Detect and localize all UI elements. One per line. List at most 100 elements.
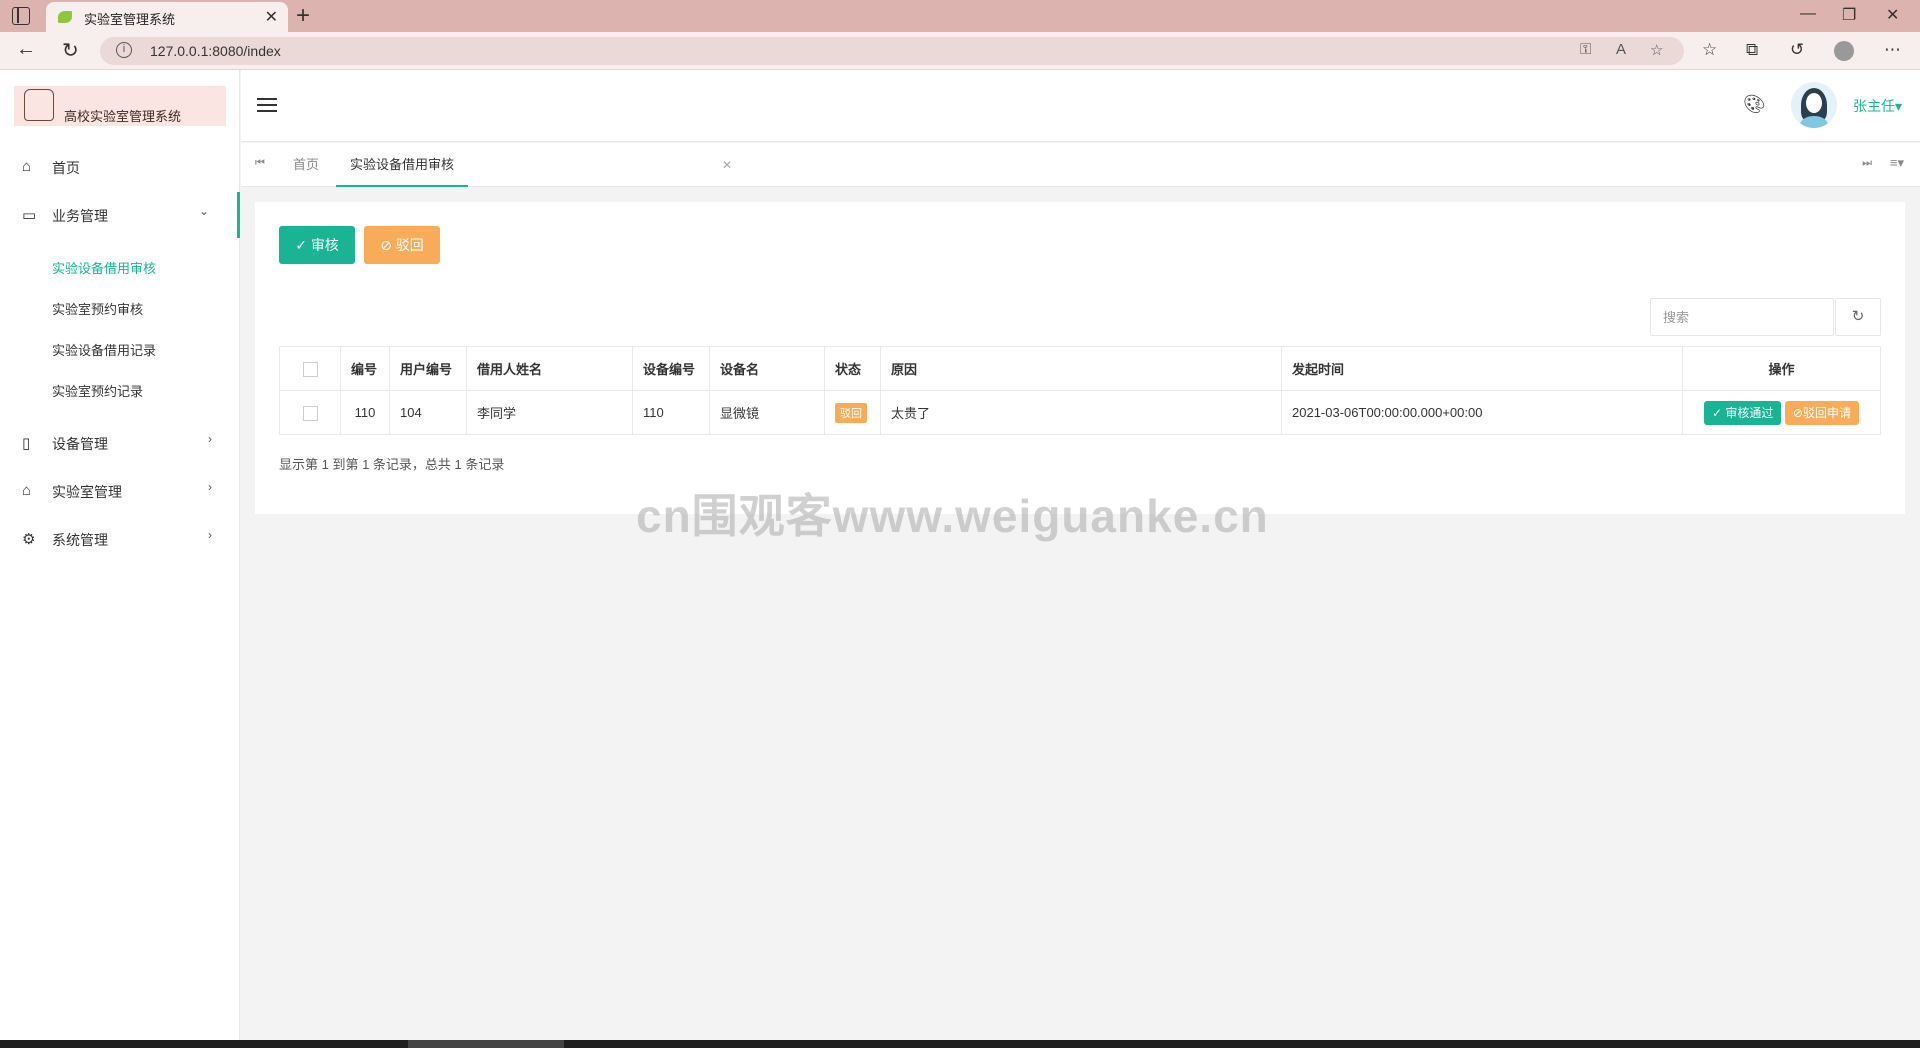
tabs-scroll-right-icon[interactable]: ⏭ bbox=[1862, 157, 1872, 170]
tab-equipment-borrow-review[interactable]: 实验设备借用审核 bbox=[336, 143, 469, 187]
reject-button[interactable]: ⊘ 驳回 bbox=[364, 226, 440, 264]
sidebar: 高校实验室管理系统 ⌂ 首页 ▭ 业务管理 ⌄ 实验设备借用审核 实验室预约审核… bbox=[0, 70, 240, 1040]
reject-label: 驳回 bbox=[395, 237, 424, 253]
add-favorite-icon[interactable]: ☆ bbox=[1650, 41, 1663, 59]
profile-icon[interactable] bbox=[1834, 41, 1854, 61]
minimize-icon[interactable]: — bbox=[1800, 5, 1816, 23]
laptop-icon: ▭ bbox=[22, 207, 37, 224]
tab-home[interactable]: 首页 bbox=[293, 143, 319, 187]
chevron-down-icon: ⌄ bbox=[198, 204, 209, 218]
sidebar-item-home[interactable]: ⌂ 首页 bbox=[0, 144, 240, 190]
sidebar-item-label: 系统管理 bbox=[52, 532, 108, 548]
collections-icon[interactable]: ⧉ bbox=[1746, 40, 1758, 60]
col-borrower[interactable]: 借用人姓名 bbox=[466, 346, 633, 391]
cell-reason: 太贵了 bbox=[880, 390, 1282, 435]
url-input[interactable]: i 127.0.0.1:8080/index ⚿ A ☆ bbox=[100, 37, 1684, 65]
read-aloud-icon[interactable]: A bbox=[1616, 41, 1626, 58]
search-input[interactable] bbox=[1650, 298, 1834, 336]
check-icon: ✓ bbox=[295, 237, 307, 253]
sidebar-subitem-lab-booking-review[interactable]: 实验室预约审核 bbox=[52, 299, 143, 318]
sidebar-item-label: 业务管理 bbox=[52, 208, 108, 224]
cell-device-name: 显微镜 bbox=[709, 390, 825, 435]
col-user-id[interactable]: 用户编号 bbox=[389, 346, 467, 391]
user-menu-dropdown[interactable]: 张主任▾ bbox=[1853, 96, 1902, 116]
address-bar: ← ↻ i 127.0.0.1:8080/index ⚿ A ☆ ☆ ⧉ ↺ ⋯ bbox=[0, 32, 1920, 70]
equipment-icon: ▯ bbox=[22, 435, 31, 452]
col-device-id[interactable]: 设备编号 bbox=[632, 346, 710, 391]
taskbar bbox=[0, 1040, 1920, 1048]
col-time[interactable]: 发起时间 bbox=[1281, 346, 1683, 391]
approve-label: 审核 bbox=[310, 237, 339, 253]
history-icon[interactable]: ↺ bbox=[1790, 40, 1804, 60]
reject-request-label: 驳回申请 bbox=[1803, 405, 1852, 420]
sidebar-item-label: 首页 bbox=[52, 160, 80, 176]
user-name: 张主任 bbox=[1853, 98, 1895, 114]
sidebar-item-business[interactable]: ▭ 业务管理 ⌄ bbox=[0, 192, 240, 238]
row-checkbox[interactable] bbox=[302, 405, 318, 421]
select-all-cell bbox=[279, 346, 341, 391]
favorites-icon[interactable]: ☆ bbox=[1702, 40, 1717, 60]
tabs-menu-icon[interactable]: ≡▾ bbox=[1890, 155, 1904, 171]
cell-user-id: 104 bbox=[389, 390, 467, 435]
app-logo[interactable]: 高校实验室管理系统 bbox=[14, 86, 226, 126]
col-id[interactable]: 编号 bbox=[340, 346, 390, 391]
table-header-row: 编号 用户编号 借用人姓名 设备编号 设备名 状态 原因 发起时间 操作 bbox=[279, 346, 1881, 391]
leaf-favicon-icon bbox=[58, 11, 72, 23]
main-panel: ✓ 审核 ⊘ 驳回 ↻ 编号 用户编号 借用人姓名 设备编号 设备名 状态 原因… bbox=[255, 202, 1905, 514]
home-icon: ⌂ bbox=[22, 158, 32, 175]
content-tabs-bar: ⏮ 首页 实验设备借用审核 ✕ ⏭ ≡▾ bbox=[241, 143, 1920, 187]
close-tab-icon[interactable]: ✕ bbox=[265, 7, 278, 27]
browser-tab[interactable]: 实验室管理系统 ✕ bbox=[46, 2, 288, 32]
approve-button[interactable]: ✓ 审核 bbox=[279, 226, 355, 264]
chevron-right-icon: › bbox=[208, 480, 212, 494]
sidebar-item-label: 设备管理 bbox=[52, 436, 108, 452]
close-window-icon[interactable]: ✕ bbox=[1886, 5, 1899, 25]
back-icon[interactable]: ← bbox=[16, 38, 36, 61]
chevron-right-icon: › bbox=[208, 528, 212, 542]
more-icon[interactable]: ⋯ bbox=[1884, 40, 1901, 60]
table-row[interactable]: 110 104 李同学 110 显微镜 驳回 太贵了 2021-03-06T00… bbox=[279, 390, 1881, 435]
avatar[interactable] bbox=[1791, 82, 1837, 128]
tab-label: 实验设备借用审核 bbox=[350, 157, 455, 172]
approve-request-button[interactable]: ✓ 审核通过 bbox=[1703, 400, 1782, 425]
reject-request-button[interactable]: ⊘驳回申请 bbox=[1784, 400, 1860, 425]
col-reason[interactable]: 原因 bbox=[880, 346, 1282, 391]
hamburger-menu-icon[interactable] bbox=[257, 98, 277, 112]
col-status[interactable]: 状态 bbox=[824, 346, 881, 391]
sidebar-item-lab[interactable]: ⌂ 实验室管理 › bbox=[0, 468, 240, 514]
palette-icon[interactable]: 🎨︎ bbox=[1743, 94, 1766, 115]
restore-icon[interactable]: ❐ bbox=[1842, 5, 1856, 25]
status-badge: 驳回 bbox=[835, 402, 867, 423]
tabs-scroll-left-icon[interactable]: ⏮ bbox=[255, 157, 265, 170]
key-icon[interactable]: ⚿ bbox=[1580, 41, 1591, 58]
borrow-review-table: 编号 用户编号 借用人姓名 设备编号 设备名 状态 原因 发起时间 操作 110… bbox=[279, 346, 1881, 435]
cell-time: 2021-03-06T00:00:00.000+00:00 bbox=[1281, 390, 1683, 435]
info-icon[interactable]: i bbox=[116, 42, 132, 58]
sidebar-toggle-icon[interactable] bbox=[12, 7, 30, 25]
approve-request-label: 审核通过 bbox=[1725, 405, 1774, 420]
sidebar-item-equipment[interactable]: ▯ 设备管理 › bbox=[0, 420, 240, 466]
browser-tab-bar: 实验室管理系统 ✕ + — ❐ ✕ bbox=[0, 0, 1920, 32]
reload-icon[interactable]: ↻ bbox=[62, 38, 79, 63]
url-text[interactable]: 127.0.0.1:8080/index bbox=[150, 43, 281, 59]
sidebar-item-system[interactable]: ⚙ 系统管理 › bbox=[0, 516, 240, 562]
gear-icon: ⚙ bbox=[22, 531, 36, 548]
col-device-name[interactable]: 设备名 bbox=[709, 346, 825, 391]
sidebar-subitem-lab-booking-records[interactable]: 实验室预约记录 bbox=[52, 381, 143, 400]
sidebar-subitem-equipment-borrow-review[interactable]: 实验设备借用审核 bbox=[52, 258, 156, 277]
pagination-info: 显示第 1 到第 1 条记录，总共 1 条记录 bbox=[279, 457, 505, 472]
refresh-icon: ↻ bbox=[1851, 308, 1865, 325]
cell-id: 110 bbox=[340, 390, 390, 435]
ban-icon: ⊘ bbox=[1792, 405, 1804, 420]
taskbar-item[interactable] bbox=[408, 1040, 564, 1048]
cell-status: 驳回 bbox=[824, 390, 881, 435]
browser-tab-title: 实验室管理系统 bbox=[84, 12, 176, 27]
sidebar-subitem-equipment-borrow-records[interactable]: 实验设备借用记录 bbox=[52, 340, 156, 359]
close-tab-icon[interactable]: ✕ bbox=[722, 158, 732, 172]
select-all-checkbox[interactable] bbox=[302, 361, 318, 377]
new-tab-icon[interactable]: + bbox=[296, 2, 310, 30]
cell-borrower: 李同学 bbox=[466, 390, 633, 435]
refresh-button[interactable]: ↻ bbox=[1835, 298, 1881, 336]
cell-device-id: 110 bbox=[632, 390, 710, 435]
ban-icon: ⊘ bbox=[380, 237, 392, 253]
